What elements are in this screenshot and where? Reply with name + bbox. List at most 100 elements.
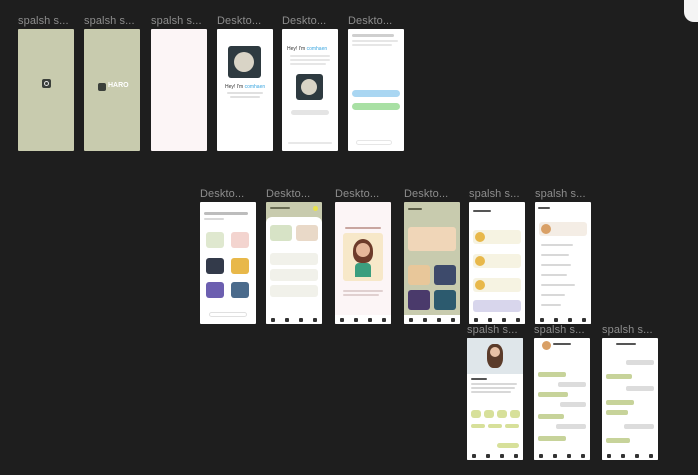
home-icon[interactable] — [409, 317, 413, 322]
frame-desktop-7[interactable]: Deskto... — [404, 188, 460, 324]
heart-icon[interactable] — [553, 453, 557, 458]
settings-item[interactable] — [541, 274, 567, 276]
heart-icon[interactable] — [486, 453, 490, 458]
contact-card[interactable] — [473, 278, 521, 292]
settings-icon[interactable] — [451, 317, 455, 322]
frame-desktop-5[interactable]: Deskto... — [266, 188, 322, 324]
heart-icon[interactable] — [354, 317, 358, 322]
home-icon[interactable] — [271, 317, 275, 322]
book-button[interactable] — [497, 443, 519, 448]
heart-icon[interactable] — [621, 453, 625, 458]
settings-icon[interactable] — [649, 453, 653, 458]
settings-item[interactable] — [541, 304, 561, 306]
list-card[interactable] — [270, 269, 318, 281]
frame-label[interactable]: spalsh s... — [18, 15, 69, 27]
slot-chip[interactable] — [484, 410, 494, 418]
frame-label[interactable]: Deskto... — [348, 15, 392, 27]
category-tile[interactable] — [206, 282, 224, 298]
car-icon[interactable] — [635, 453, 639, 458]
car-icon[interactable] — [437, 317, 441, 322]
frame-label[interactable]: Deskto... — [217, 15, 261, 27]
heart-icon[interactable] — [285, 317, 289, 322]
heart-icon[interactable] — [554, 317, 558, 322]
car-icon[interactable] — [502, 317, 506, 322]
profile-card[interactable] — [539, 222, 587, 236]
heart-icon[interactable] — [423, 317, 427, 322]
list-card[interactable] — [270, 253, 318, 265]
option-button-2[interactable] — [352, 103, 400, 110]
avatar[interactable] — [313, 206, 318, 211]
home-icon[interactable] — [472, 453, 476, 458]
settings-item[interactable] — [541, 254, 569, 256]
frame-label[interactable]: spalsh s... — [84, 15, 135, 27]
settings-item[interactable] — [541, 264, 571, 266]
contact-card[interactable] — [473, 230, 521, 244]
frame-label[interactable]: Deskto... — [282, 15, 326, 27]
frame-desktop-2[interactable]: Deskto... Hey! I'm comhaen — [282, 15, 338, 151]
settings-item[interactable] — [541, 244, 573, 246]
continue-button[interactable] — [291, 110, 329, 115]
home-icon[interactable] — [474, 317, 478, 322]
frame-label[interactable]: spalsh s... — [467, 324, 518, 336]
car-icon[interactable] — [568, 317, 572, 322]
frame-label[interactable]: Deskto... — [335, 188, 379, 200]
home-icon[interactable] — [540, 317, 544, 322]
car-icon[interactable] — [299, 317, 303, 322]
frame-desktop-4[interactable]: Deskto... — [200, 188, 256, 324]
time-chip[interactable] — [471, 424, 485, 428]
gallery-card[interactable] — [408, 290, 430, 310]
frame-splash-6[interactable]: spalsh s... — [467, 324, 523, 460]
settings-icon[interactable] — [516, 317, 520, 322]
frame-splash-4[interactable]: spalsh s... — [469, 188, 525, 324]
settings-icon[interactable] — [581, 453, 585, 458]
time-chip[interactable] — [505, 424, 519, 428]
frame-label[interactable]: spalsh s... — [469, 188, 520, 200]
settings-icon[interactable] — [313, 317, 317, 322]
category-tile[interactable] — [231, 282, 249, 298]
slot-chip[interactable] — [510, 410, 520, 418]
frame-label[interactable]: Deskto... — [404, 188, 448, 200]
settings-item[interactable] — [541, 294, 565, 296]
featured-card[interactable] — [270, 225, 292, 241]
car-icon[interactable] — [500, 453, 504, 458]
gallery-card[interactable] — [434, 290, 456, 310]
category-tile[interactable] — [206, 258, 224, 274]
frame-label[interactable]: spalsh s... — [151, 15, 202, 27]
frame-label[interactable]: spalsh s... — [534, 324, 585, 336]
featured-card[interactable] — [296, 225, 318, 241]
frame-desktop-1[interactable]: Deskto... Hey! I'm comhaen — [217, 15, 273, 151]
settings-item[interactable] — [541, 284, 575, 286]
category-tile[interactable] — [231, 232, 249, 248]
frame-splash-1[interactable]: spalsh s... — [18, 15, 74, 151]
home-icon[interactable] — [340, 317, 344, 322]
next-button[interactable] — [356, 140, 392, 145]
frame-splash-7[interactable]: spalsh s... — [534, 324, 590, 460]
frame-splash-3[interactable]: spalsh s... — [151, 15, 207, 151]
frame-label[interactable]: Deskto... — [266, 188, 310, 200]
frame-label[interactable]: spalsh s... — [535, 188, 586, 200]
car-icon[interactable] — [567, 453, 571, 458]
frame-splash-2[interactable]: spalsh s... HARO — [84, 15, 140, 151]
frame-desktop-6[interactable]: Deskto... — [335, 188, 391, 324]
continue-button[interactable] — [209, 312, 247, 317]
frame-splash-8[interactable]: spalsh s... — [602, 324, 658, 460]
home-icon[interactable] — [607, 453, 611, 458]
frame-label[interactable]: Deskto... — [200, 188, 244, 200]
settings-icon[interactable] — [382, 317, 386, 322]
slot-chip[interactable] — [497, 410, 507, 418]
option-button-1[interactable] — [352, 90, 400, 97]
frame-label[interactable]: spalsh s... — [602, 324, 653, 336]
promo-card[interactable] — [473, 300, 521, 312]
settings-icon[interactable] — [582, 317, 586, 322]
category-tile[interactable] — [206, 232, 224, 248]
settings-icon[interactable] — [514, 453, 518, 458]
heart-icon[interactable] — [488, 317, 492, 322]
frame-desktop-3[interactable]: Deskto... — [348, 15, 404, 151]
gallery-card[interactable] — [408, 265, 430, 285]
contact-card[interactable] — [473, 254, 521, 268]
home-icon[interactable] — [539, 453, 543, 458]
list-card[interactable] — [270, 285, 318, 297]
slot-chip[interactable] — [471, 410, 481, 418]
frame-splash-5[interactable]: spalsh s... — [535, 188, 591, 324]
category-tile[interactable] — [231, 258, 249, 274]
